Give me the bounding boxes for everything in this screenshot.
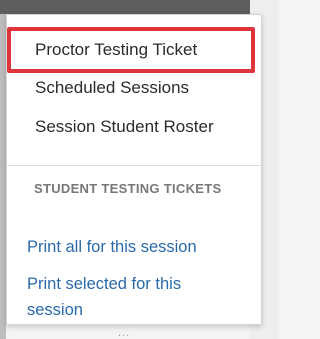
menu-item-session-student-roster[interactable]: Session Student Roster bbox=[7, 110, 261, 144]
menu-item-proctor-testing-ticket[interactable]: Proctor Testing Ticket bbox=[7, 33, 261, 67]
dropdown-menu: Proctor Testing Ticket Scheduled Session… bbox=[6, 14, 262, 325]
section-header-student-testing-tickets: STUDENT TESTING TICKETS bbox=[34, 181, 222, 196]
background-peek-text: ... bbox=[118, 327, 131, 339]
menu-item-scheduled-sessions[interactable]: Scheduled Sessions bbox=[7, 71, 261, 105]
menu-divider bbox=[7, 165, 261, 166]
link-print-all-for-session[interactable]: Print all for this session bbox=[7, 234, 261, 260]
link-print-selected-for-session[interactable]: Print selected for this session bbox=[7, 271, 243, 323]
background-toolbar bbox=[0, 0, 250, 14]
